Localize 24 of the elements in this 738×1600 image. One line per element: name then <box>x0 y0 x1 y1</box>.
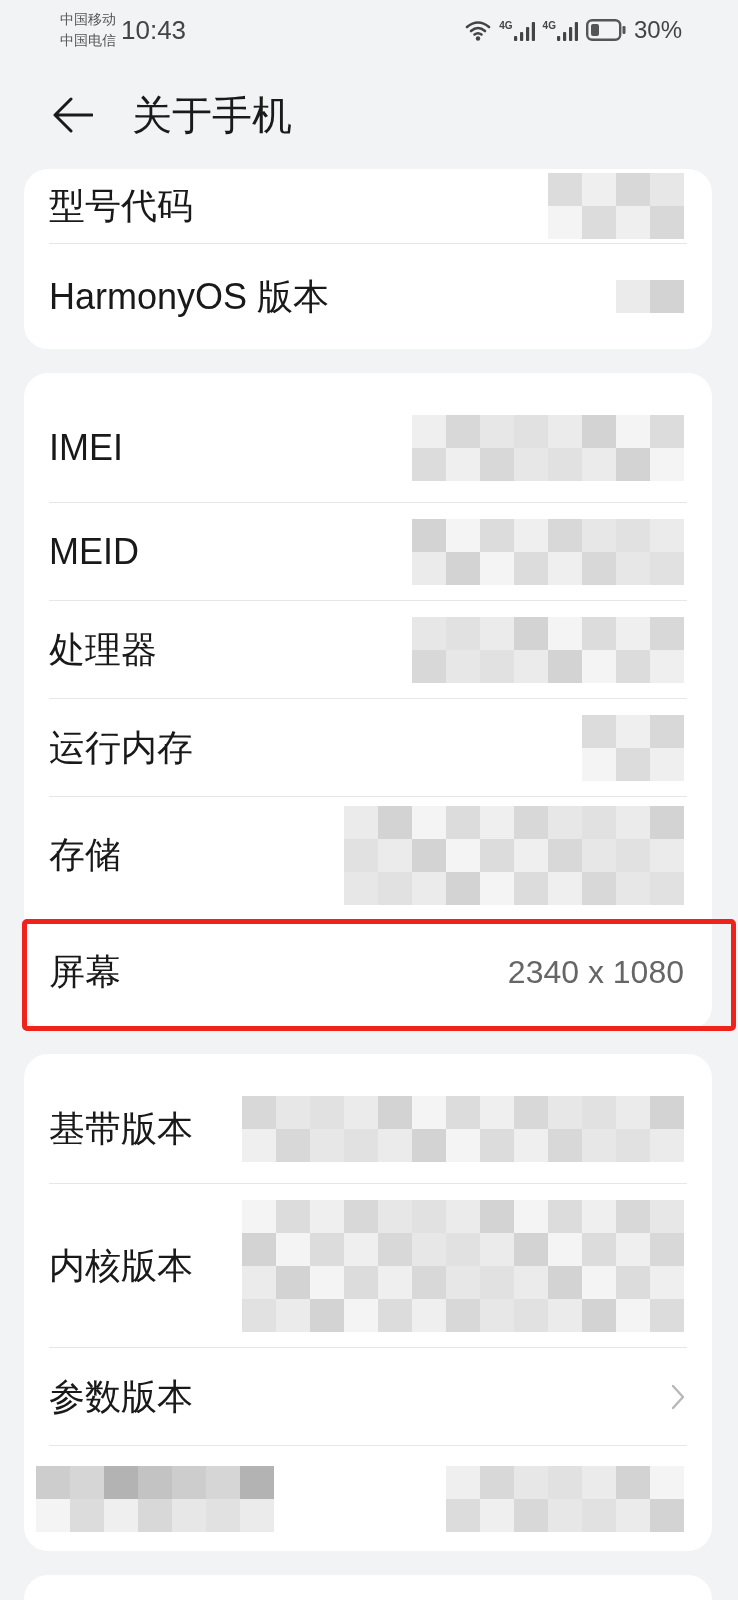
setting-label: 内核版本 <box>49 1243 193 1288</box>
page-title: 关于手机 <box>132 91 292 139</box>
setting-label: MEID <box>49 529 139 574</box>
signal-icon <box>513 22 535 41</box>
back-arrow-icon[interactable] <box>53 96 93 133</box>
setting-label: 基带版本 <box>49 1106 193 1151</box>
wifi-icon <box>465 19 492 41</box>
carrier-name: 中国电信 <box>60 31 116 50</box>
carrier-name: 中国移动 <box>60 10 116 29</box>
setting-value: 2340 x 1080 <box>507 953 684 992</box>
signal-icon <box>556 22 578 41</box>
setting-label: 屏幕 <box>49 950 121 994</box>
setting-label: 运行内存 <box>49 725 193 770</box>
setting-label: IMEI <box>49 425 123 470</box>
status-time: 10:43 <box>121 17 187 43</box>
setting-label: 型号代码 <box>49 184 193 228</box>
setting-label[interactable]: 参数版本 <box>49 1374 193 1419</box>
setting-label: 处理器 <box>49 627 157 672</box>
setting-label: 存储 <box>49 833 121 877</box>
battery-icon <box>585 19 626 41</box>
battery-percent: 30% <box>633 18 682 42</box>
network-type: 4G <box>499 21 513 31</box>
network-type: 4G <box>542 21 556 31</box>
setting-label: HarmonyOS 版本 <box>49 274 330 319</box>
